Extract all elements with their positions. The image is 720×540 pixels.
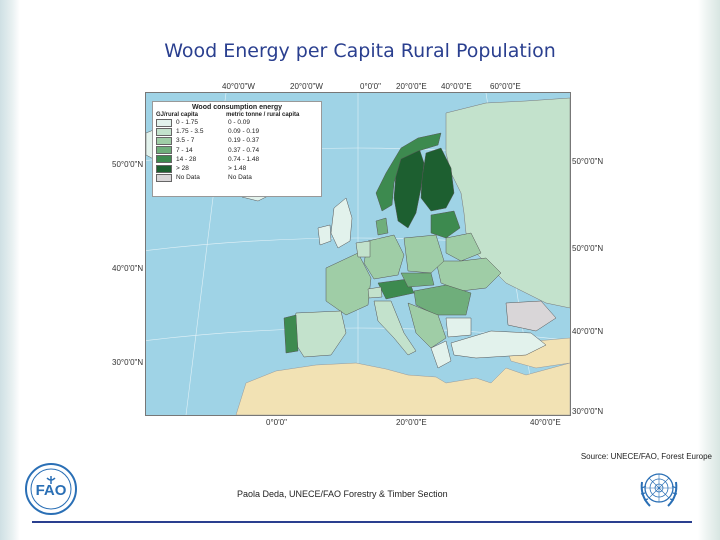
legend-col2-header: metric tonne / rural capita	[226, 112, 300, 118]
baltics-region	[430, 210, 461, 239]
map-left-label: 30°0'0"N	[112, 358, 144, 367]
legend-col1-header: GJ/rural capita	[156, 112, 199, 118]
legend-swatch	[156, 155, 172, 164]
map-top-label: 40°0'0"W	[222, 82, 255, 91]
legend-row: > 28 > 1.48	[156, 164, 318, 173]
map-top-label: 20°0'0"E	[396, 82, 427, 91]
map-top-label: 0°0'0"	[360, 82, 381, 91]
legend-gj-value: 14 - 28	[176, 155, 197, 163]
legend-swatch	[156, 173, 172, 182]
switzerland-region	[367, 286, 383, 299]
legend-rows: 0 - 1.75 0 - 0.09 1.75 - 3.5 0.09 - 0.19 3.5…	[156, 118, 318, 182]
legend-mt-value: 0.74 - 1.48	[228, 155, 260, 163]
legend-mt-value: 0.37 - 0.74	[228, 146, 260, 154]
ireland-region	[317, 224, 332, 246]
map-right-label: 50°0'0"N	[572, 244, 604, 253]
bulgaria-region	[445, 317, 472, 338]
legend-mt-value: 0.19 - 0.37	[228, 137, 260, 145]
map-bottom-label: 20°0'0"E	[396, 418, 427, 427]
fao-logo: FAO	[25, 463, 77, 515]
portugal-region	[283, 314, 299, 354]
legend-row: 0 - 1.75 0 - 0.09	[156, 118, 318, 127]
legend-swatch	[156, 146, 172, 155]
slide-title: Wood Energy per Capita Rural Population	[164, 40, 556, 62]
legend-mt-value: No Data	[228, 174, 252, 182]
legend-gj-value: 1.75 - 3.5	[176, 128, 204, 136]
legend-swatch	[156, 118, 172, 127]
map-right-label: 30°0'0"N	[572, 407, 604, 416]
caucasus-region	[505, 300, 557, 332]
map-right-label: 50°0'0"N	[572, 157, 604, 166]
legend-row: 3.5 - 7 0.19 - 0.37	[156, 136, 318, 145]
map-top-label: 60°0'0"E	[490, 82, 521, 91]
legend-gj-value: > 28	[176, 165, 189, 173]
legend-header: GJ/rural capita metric tonne / rural cap…	[156, 112, 318, 118]
legend-gj-value: 7 - 14	[176, 146, 193, 154]
map-legend: Wood consumption energy GJ/rural capita …	[152, 101, 322, 197]
footer-divider	[32, 521, 692, 523]
map-top-label: 40°0'0"E	[441, 82, 472, 91]
africa-region	[235, 362, 570, 415]
un-emblem	[640, 473, 678, 507]
author-credit: Paola Deda, UNECE/FAO Forestry & Timber …	[237, 489, 448, 499]
map-right-label: 40°0'0"N	[572, 327, 604, 336]
legend-gj-value: 0 - 1.75	[176, 119, 199, 127]
legend-swatch	[156, 136, 172, 145]
map-bottom-label: 40°0'0"E	[530, 418, 561, 427]
legend-mt-value: > 1.48	[228, 165, 247, 173]
legend-gj-value: 3.5 - 7	[176, 137, 195, 145]
spain-region	[291, 310, 347, 358]
map-left-label: 40°0'0"N	[112, 264, 144, 273]
source-note: Source: UNECE/FAO, Forest Europe	[580, 452, 712, 461]
legend-gj-value: No Data	[176, 174, 200, 182]
legend-title: Wood consumption energy	[191, 104, 283, 111]
uk-region	[330, 197, 353, 249]
left-decoration	[0, 0, 20, 540]
legend-row: 14 - 28 0.74 - 1.48	[156, 155, 318, 164]
map-bottom-label: 0°0'0"	[266, 418, 287, 427]
legend-row: 1.75 - 3.5 0.09 - 0.19	[156, 127, 318, 136]
svg-text:FAO: FAO	[36, 482, 67, 499]
benelux-region	[355, 240, 371, 258]
legend-swatch	[156, 127, 172, 136]
map-left-label: 50°0'0"N	[112, 160, 144, 169]
legend-mt-value: 0.09 - 0.19	[228, 128, 260, 136]
legend-row: No Data No Data	[156, 173, 318, 182]
legend-row: 7 - 14 0.37 - 0.74	[156, 146, 318, 155]
map-top-label: 20°0'0"W	[290, 82, 323, 91]
legend-swatch	[156, 164, 172, 173]
legend-mt-value: 0 - 0.09	[228, 119, 251, 127]
denmark-region	[375, 217, 389, 236]
